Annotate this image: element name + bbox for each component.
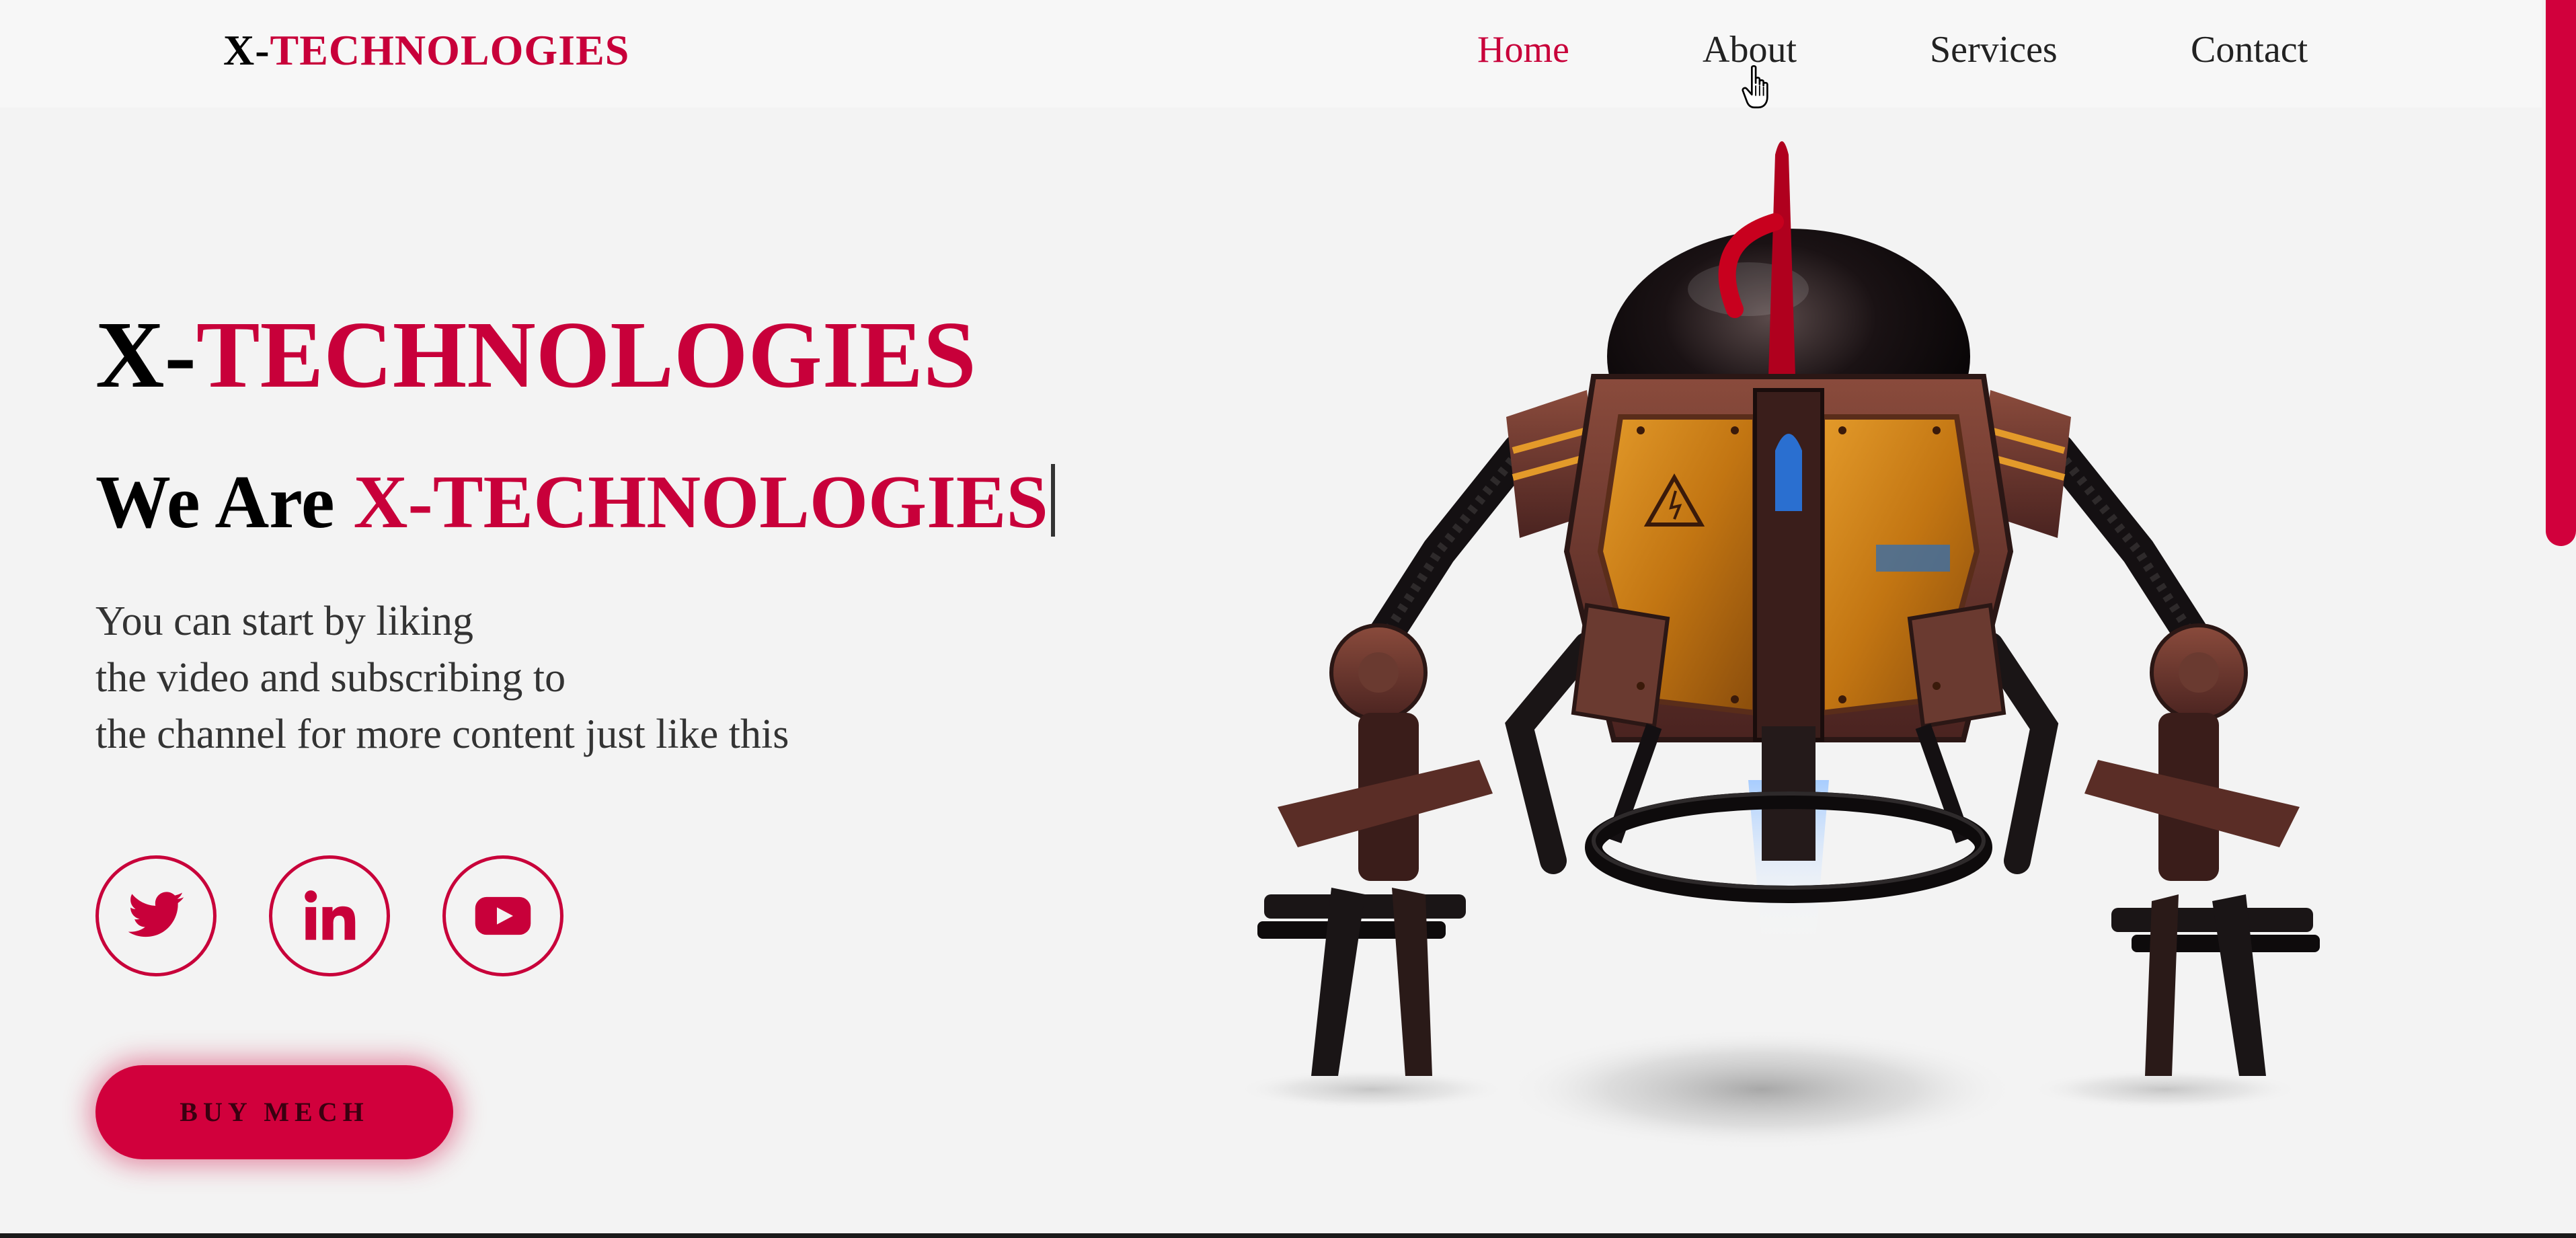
nav-contact-link[interactable]: Contact bbox=[2191, 28, 2308, 71]
twitter-link[interactable] bbox=[95, 855, 217, 976]
hero-title-prefix: X- bbox=[95, 301, 196, 408]
scrollbar-thumb[interactable] bbox=[2546, 0, 2576, 546]
youtube-link[interactable] bbox=[442, 855, 563, 976]
nav-services-link[interactable]: Services bbox=[1930, 28, 2058, 71]
twitter-icon bbox=[128, 892, 184, 937]
site-logo[interactable]: X-TECHNOLOGIES bbox=[223, 26, 629, 75]
hero-description: You can start by liking the video and su… bbox=[95, 593, 789, 763]
logo-text: TECHNOLOGIES bbox=[270, 26, 630, 74]
description-line: the video and subscribing to bbox=[95, 655, 566, 701]
description-line: the channel for more content just like t… bbox=[95, 711, 789, 757]
nav-home-link[interactable]: Home bbox=[1477, 28, 1569, 71]
buy-mech-button[interactable]: BUY MECH bbox=[95, 1065, 453, 1159]
hero-subtitle-lead: We Are bbox=[95, 461, 354, 544]
typing-caret bbox=[1050, 464, 1055, 537]
linkedin-icon bbox=[305, 890, 356, 940]
hero-subtitle-typed: X-TECHNOLOGIES bbox=[353, 461, 1048, 544]
hero-subtitle: We Are X-TECHNOLOGIES bbox=[95, 464, 1055, 540]
description-line: You can start by liking bbox=[95, 598, 474, 644]
robot-mech-image bbox=[1237, 141, 2320, 1150]
hero-title-text: TECHNOLOGIES bbox=[196, 301, 976, 408]
youtube-icon bbox=[475, 896, 531, 935]
hand-cursor-icon bbox=[1742, 65, 1768, 109]
hero-title: X-TECHNOLOGIES bbox=[95, 307, 976, 402]
linkedin-link[interactable] bbox=[269, 855, 390, 976]
page-bottom-divider bbox=[0, 1233, 2576, 1238]
site-header: X-TECHNOLOGIES Home About Services Conta… bbox=[0, 0, 2542, 108]
logo-prefix: X- bbox=[223, 26, 270, 74]
